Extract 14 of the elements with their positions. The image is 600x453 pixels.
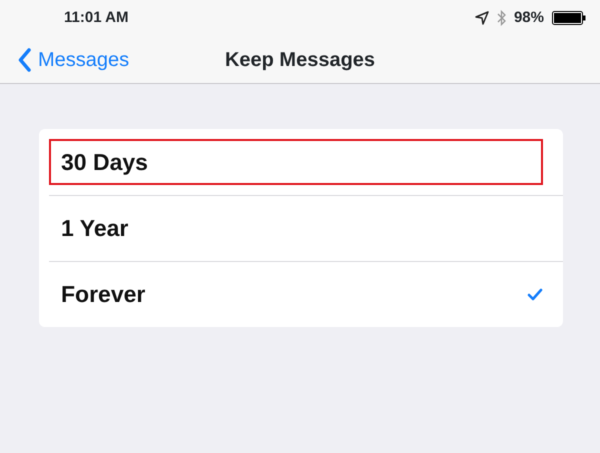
back-button[interactable]: Messages: [0, 36, 130, 83]
screen-title: Keep Messages: [224, 48, 376, 72]
option-label: 1 Year: [60, 214, 130, 244]
status-time: 11:01 AM: [64, 8, 128, 28]
back-chevron-icon: [18, 48, 32, 72]
option-row[interactable]: 30 Days: [39, 129, 563, 195]
option-label: Forever: [60, 280, 146, 310]
bluetooth-icon: [496, 10, 506, 26]
battery-icon: [552, 11, 586, 25]
battery-percent: 98%: [514, 8, 544, 28]
location-icon: [474, 11, 489, 25]
option-row[interactable]: 1 Year: [49, 195, 563, 261]
option-row[interactable]: Forever: [49, 261, 563, 327]
highlighted-option-label: 30 Days: [49, 139, 543, 185]
